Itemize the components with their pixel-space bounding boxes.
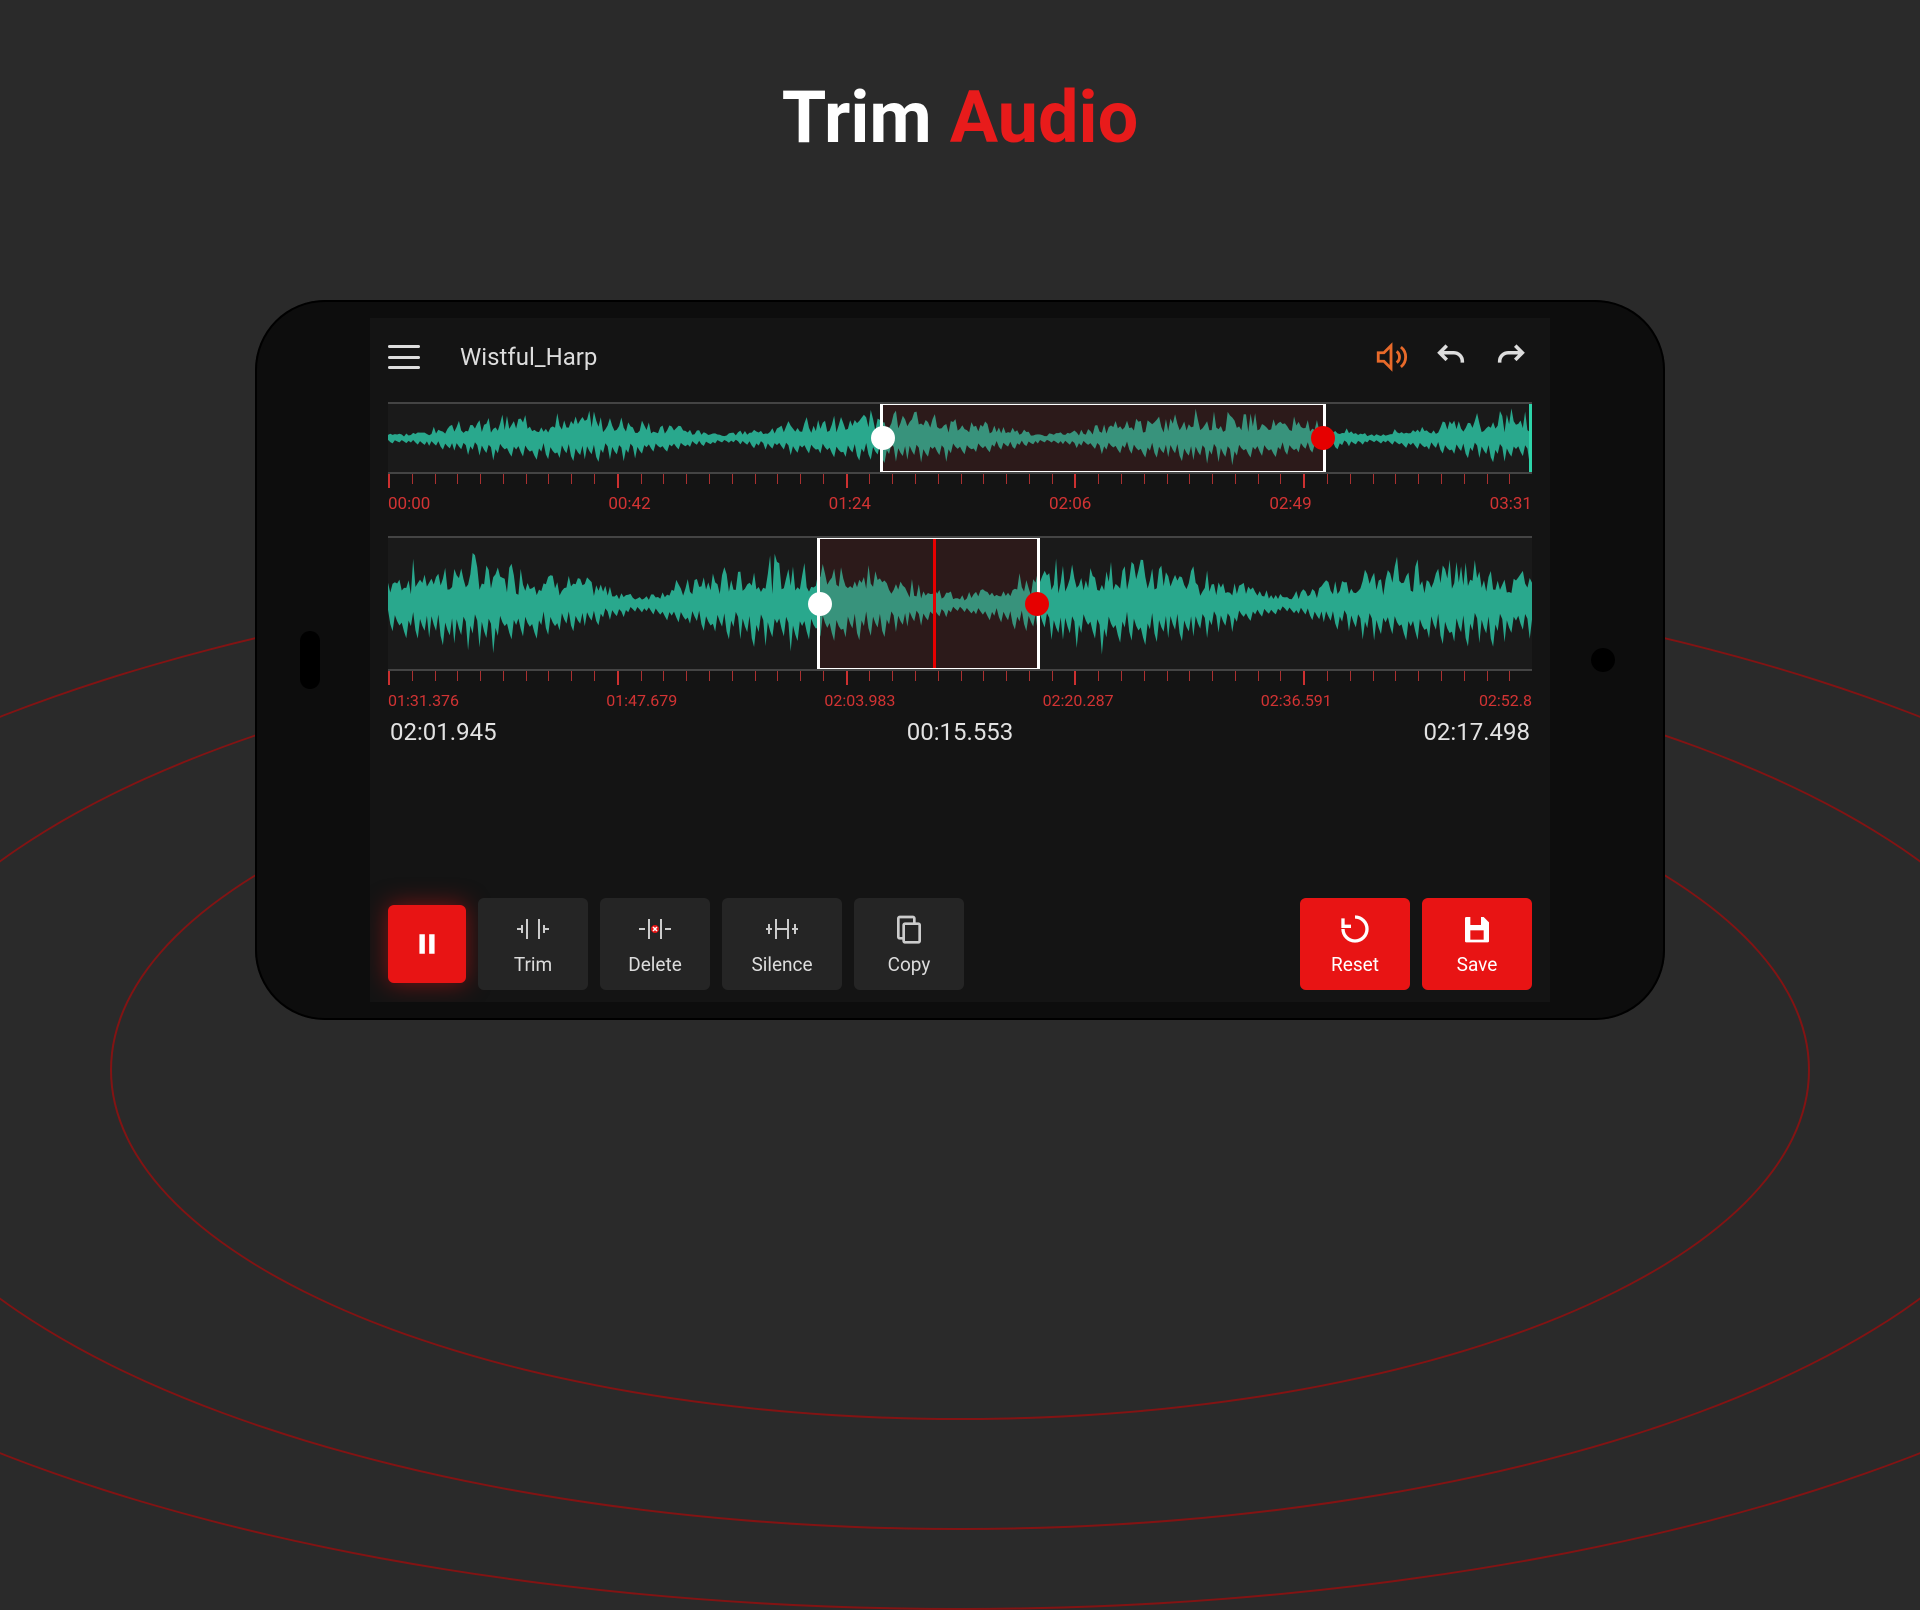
- overview-time-labels: 00:0000:4201:2402:0602:4903:31: [388, 494, 1532, 514]
- selection-duration: 00:15.553: [907, 718, 1014, 746]
- editor-content: 00:0000:4201:2402:0602:4903:31 01:31.376…: [370, 396, 1550, 898]
- top-bar: Wistful_Harp: [370, 318, 1550, 396]
- reset-button[interactable]: Reset: [1300, 898, 1410, 990]
- silence-button[interactable]: Silence: [722, 898, 842, 990]
- detail-ruler: [388, 671, 1532, 685]
- selection-start-handle[interactable]: [871, 426, 895, 450]
- detail-time-labels: 01:31.37601:47.67902:03.98302:20.28702:3…: [388, 691, 1532, 710]
- detail-end-handle[interactable]: [1025, 592, 1049, 616]
- selection-start-time: 02:01.945: [390, 718, 497, 746]
- redo-icon[interactable]: [1490, 336, 1532, 378]
- file-title: Wistful_Harp: [438, 343, 1352, 371]
- overview-track[interactable]: 00:0000:4201:2402:0602:4903:31: [388, 402, 1532, 514]
- phone-frame: Wistful_Harp: [255, 300, 1665, 1020]
- selection-end-time: 02:17.498: [1423, 718, 1530, 746]
- trim-button[interactable]: Trim: [478, 898, 588, 990]
- app-screen: Wistful_Harp: [370, 318, 1550, 1002]
- toolbar: Trim Delete Silence Copy Reset Save: [370, 898, 1550, 1002]
- detail-track[interactable]: 01:31.37601:47.67902:03.98302:20.28702:3…: [388, 536, 1532, 710]
- save-button[interactable]: Save: [1422, 898, 1532, 990]
- delete-button[interactable]: Delete: [600, 898, 710, 990]
- overview-selection[interactable]: [880, 402, 1326, 474]
- overview-ruler: [388, 474, 1532, 488]
- time-readout: 02:01.945 00:15.553 02:17.498: [388, 710, 1532, 756]
- undo-icon[interactable]: [1430, 336, 1472, 378]
- selection-end-handle[interactable]: [1311, 426, 1335, 450]
- pause-button[interactable]: [388, 905, 466, 983]
- playhead[interactable]: [933, 539, 936, 668]
- promo-title: Trim Audio: [782, 75, 1138, 160]
- detail-start-handle[interactable]: [808, 592, 832, 616]
- menu-icon[interactable]: [388, 345, 420, 369]
- copy-button[interactable]: Copy: [854, 898, 964, 990]
- detail-selection[interactable]: [817, 536, 1040, 671]
- volume-icon[interactable]: [1370, 336, 1412, 378]
